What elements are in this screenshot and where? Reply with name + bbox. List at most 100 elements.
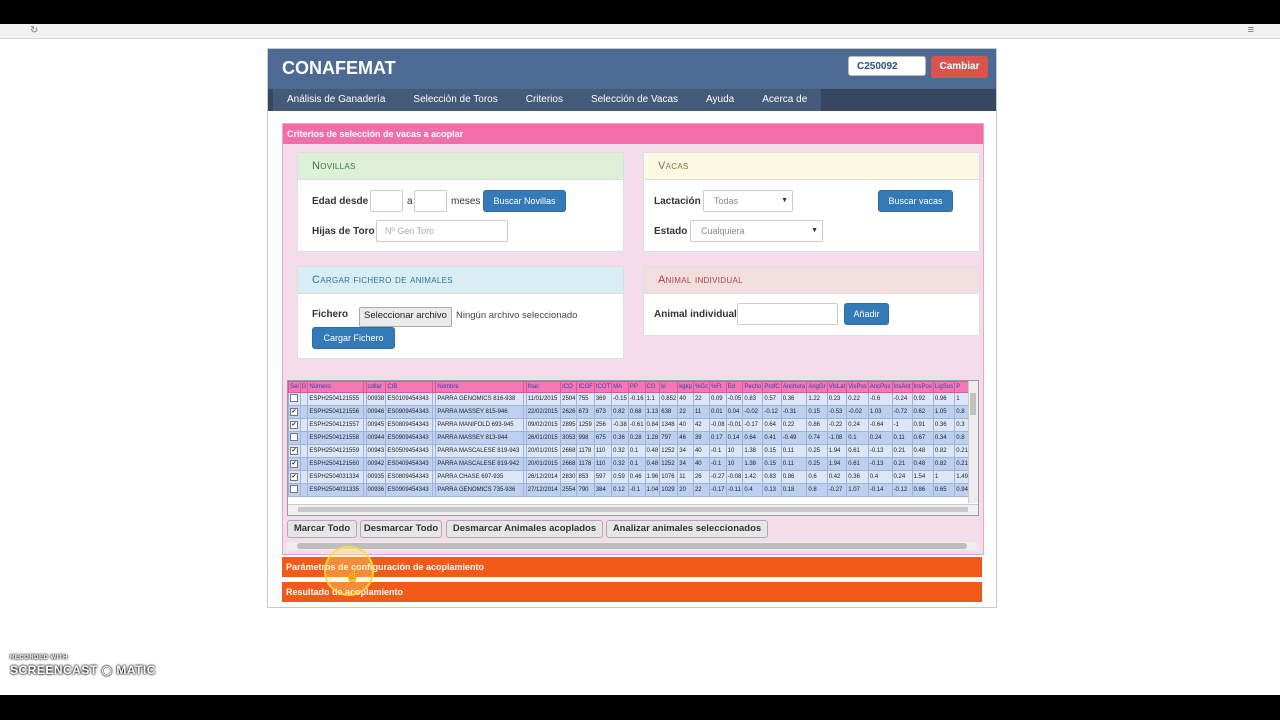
grid-header-cell[interactable]: VisPos [846, 381, 869, 393]
grid-cell: 0.64 [762, 418, 782, 432]
table-row[interactable]: ✔ ESPH2504031334 00935 ES0809454343 PARRA CH… [288, 470, 978, 484]
analyze-selected-button[interactable]: Analizar animales seleccionados [606, 520, 768, 538]
search-vacas-button[interactable]: Buscar vacas [878, 190, 953, 212]
ganaderia-code-input[interactable]: C250092 [848, 56, 926, 76]
params-section-header[interactable]: Parámetros de configuración de acoplamie… [282, 557, 982, 577]
nav-item-2[interactable]: Criterios [512, 89, 577, 111]
row-select-cell[interactable] [288, 392, 301, 406]
row-checkbox[interactable]: ✔ [290, 408, 298, 416]
add-animal-button[interactable]: Añadir [844, 303, 889, 325]
animals-table: Sel G Número collar CIB Nombre fnac ICO ICGF ICOT… [288, 381, 978, 497]
row-checkbox[interactable] [290, 485, 298, 493]
row-checkbox[interactable] [290, 394, 298, 402]
nav-item-4[interactable]: Ayuda [692, 89, 748, 111]
row-checkbox[interactable]: ✔ [290, 421, 298, 429]
grid-cell: 597 [593, 470, 613, 484]
table-row[interactable]: ✔ ESPH2504121559 00943 ES0509454343 PARRA MA… [288, 444, 978, 458]
row-select-cell[interactable]: ✔ [288, 444, 301, 458]
age-to-input[interactable] [414, 190, 447, 212]
table-row[interactable]: ESPH2504121555 00938 ES0109454343 PARRA GEN… [288, 392, 978, 406]
row-checkbox[interactable]: ✔ [290, 447, 298, 455]
row-select-cell[interactable]: ✔ [288, 418, 301, 432]
grid-header-cell[interactable]: fnac [525, 381, 562, 393]
grid-header-cell[interactable]: Ed [725, 381, 744, 393]
grid-header-cell[interactable]: ProfC [762, 381, 782, 393]
row-checkbox[interactable]: ✔ [290, 473, 298, 481]
nav-item-5[interactable]: Acerca de [748, 89, 821, 111]
grid-header-cell[interactable]: ICOT [593, 381, 613, 393]
table-row[interactable]: ESPH2504121558 00944 ES0909454343 PARRA MAS… [288, 431, 978, 445]
grid-header-cell[interactable]: PP [627, 381, 646, 393]
nav-item-0[interactable]: Análisis de Ganadería [273, 89, 399, 111]
select-all-button[interactable]: Marcar Todo [287, 520, 357, 538]
grid-header-cell[interactable]: Nombre [435, 381, 524, 393]
table-row[interactable]: ✔ ESPH2504121556 00946 ES0909454343 PARRA MA… [288, 405, 978, 419]
grid-vertical-scroll-thumb[interactable] [970, 393, 976, 415]
result-section-header[interactable]: Resultado de acoplamiento [282, 582, 982, 602]
grid-header-cell[interactable]: ICO [560, 381, 578, 393]
age-from-input[interactable] [370, 190, 403, 212]
hamburger-icon[interactable]: ≡ [1248, 24, 1254, 36]
grid-header-cell[interactable]: InsAnt [891, 381, 913, 393]
grid-header-cell[interactable]: Sel [288, 381, 301, 393]
grid-header-cell[interactable]: InsPos [911, 381, 934, 393]
grid-cell: PARRA MASSEY 813-944 [435, 431, 524, 445]
grid-cell: 1.22 [806, 392, 828, 406]
row-checkbox[interactable]: ✔ [290, 460, 298, 468]
table-row[interactable]: ESPH2504031335 00936 ES0909454343 PARRA GEN… [288, 483, 978, 497]
sire-input[interactable]: Nº Gen Toro [376, 220, 508, 242]
nav-item-1[interactable]: Selección de Toros [399, 89, 511, 111]
grid-header-cell[interactable]: Número [307, 381, 364, 393]
grid-header-cell[interactable]: ICGF [576, 381, 595, 393]
grid-header-cell[interactable]: %Ft [708, 381, 727, 393]
grid-header-cell[interactable]: kgkp [677, 381, 694, 393]
panel-horizontal-scrollbar[interactable] [287, 542, 977, 550]
lactation-select[interactable]: Todas ▼ [703, 190, 793, 212]
choose-file-button[interactable]: Seleccionar archivo [359, 307, 452, 327]
grid-header-cell[interactable]: G [299, 381, 309, 393]
grid-horizontal-scroll-thumb[interactable] [298, 507, 968, 512]
row-checkbox[interactable] [290, 433, 298, 441]
grid-header-cell[interactable]: CG [644, 381, 661, 393]
grid-header-cell[interactable]: Anchura [780, 381, 808, 393]
grid-header-cell[interactable]: CIB [385, 381, 434, 393]
lactation-label: Lactación [654, 196, 701, 207]
search-novillas-button[interactable]: Buscar Novillas [483, 190, 566, 212]
row-select-cell[interactable]: ✔ [288, 405, 301, 419]
row-select-cell[interactable] [288, 431, 301, 445]
load-file-button[interactable]: Cargar Fichero [312, 327, 395, 349]
grid-header-cell[interactable]: VisLat [826, 381, 848, 393]
grid-horizontal-scrollbar[interactable] [288, 504, 978, 515]
grid-header-cell[interactable]: Pecho [742, 381, 764, 393]
grid-header-cell[interactable]: AngGr [806, 381, 828, 393]
grid-header-cell[interactable]: MA [611, 381, 629, 393]
row-select-cell[interactable]: ✔ [288, 457, 301, 471]
grid-header-cell[interactable]: kl [659, 381, 679, 393]
table-row[interactable]: ✔ ESPH2504121560 00942 ES0409454343 PARRA MA… [288, 457, 978, 471]
nav-item-3[interactable]: Selección de Vacas [577, 89, 692, 111]
grid-header-cell[interactable]: %Gc [692, 381, 710, 393]
row-select-cell[interactable] [288, 483, 301, 497]
grid-cell: 09/02/2015 [525, 418, 562, 432]
grid-cell: -0.08 [725, 470, 744, 484]
table-row[interactable]: ✔ ESPH2504121557 00945 ES0809454343 PARRA MA… [288, 418, 978, 432]
browser-address-bar[interactable]: ↻ ≡ [0, 24, 1280, 39]
reload-icon[interactable]: ↻ [30, 25, 38, 36]
grid-cell: 0.15 [762, 444, 782, 458]
novillas-box: Novillas Edad desde a meses Buscar Novil… [297, 152, 624, 252]
grid-header-cell[interactable]: LigSus [932, 381, 956, 393]
grid-header-cell[interactable]: AncPos [867, 381, 893, 393]
criteria-panel-title[interactable]: Criterios de selección de vacas a acopla… [283, 124, 983, 144]
change-button[interactable]: Cambiar [931, 56, 988, 78]
grid-vertical-scrollbar[interactable] [968, 381, 978, 503]
grid-cell: ES0509454343 [385, 444, 434, 458]
single-animal-input[interactable] [737, 303, 838, 325]
grid-cell: 0.36 [932, 418, 956, 432]
row-select-cell[interactable]: ✔ [288, 470, 301, 484]
animals-grid[interactable]: Sel G Número collar CIB Nombre fnac ICO ICGF ICOT… [287, 380, 979, 516]
deselect-all-button[interactable]: Desmarcar Todo [360, 520, 442, 538]
grid-header-cell[interactable]: collar [365, 381, 387, 393]
state-select[interactable]: Cualquiera ▼ [690, 220, 823, 242]
deselect-coupled-button[interactable]: Desmarcar Animales acoplados [446, 520, 603, 538]
panel-scroll-thumb[interactable] [297, 543, 967, 549]
